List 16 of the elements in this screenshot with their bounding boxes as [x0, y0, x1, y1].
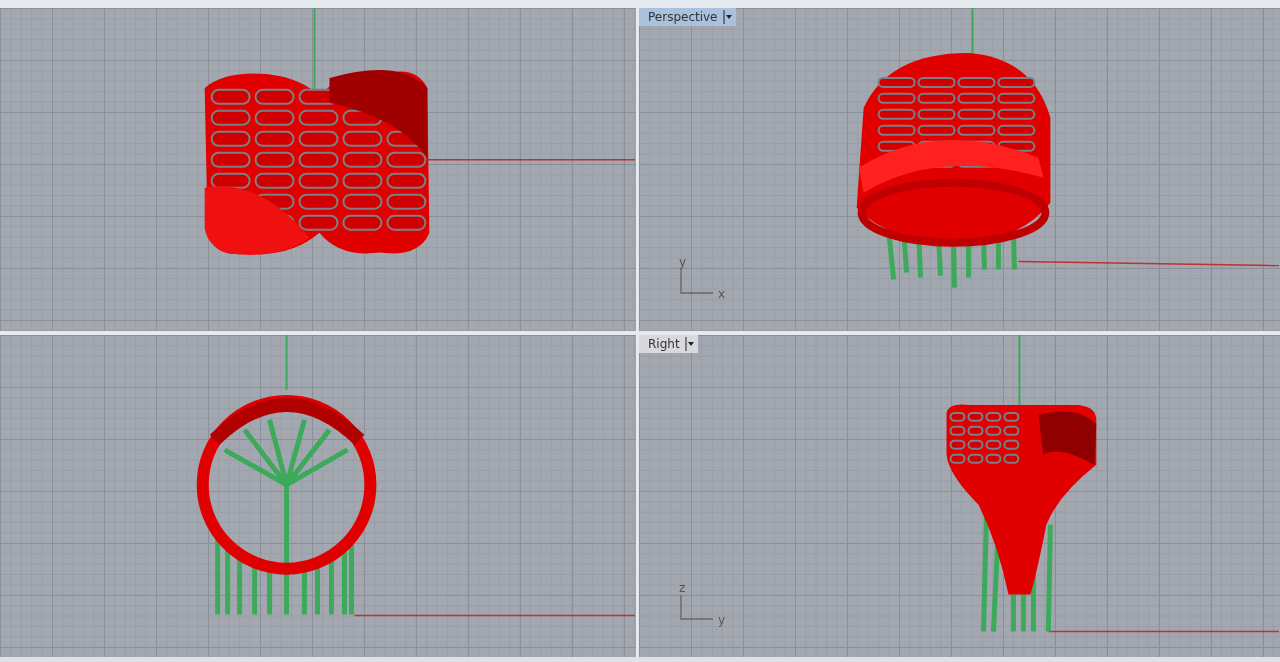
- axis-line: [285, 334, 288, 391]
- viewport-title-tab[interactable]: Right: [639, 334, 698, 353]
- axis-triad-icon: [679, 595, 713, 621]
- viewport[interactable]: Perspective y x: [639, 8, 1280, 331]
- caret-icon: [684, 336, 694, 351]
- viewport[interactable]: [0, 334, 636, 657]
- viewport[interactable]: [0, 8, 636, 331]
- axis-label: x: [717, 286, 725, 301]
- axis-line: [1018, 334, 1021, 406]
- caret-icon: [722, 10, 732, 24]
- axis-label: y: [679, 254, 687, 269]
- axis-label: y: [717, 613, 725, 627]
- viewport[interactable]: Right z y: [639, 334, 1280, 657]
- viewport-title-tab[interactable]: Perspective: [639, 8, 736, 26]
- axis-label: z: [679, 581, 686, 595]
- axis-triad-icon: [679, 268, 713, 295]
